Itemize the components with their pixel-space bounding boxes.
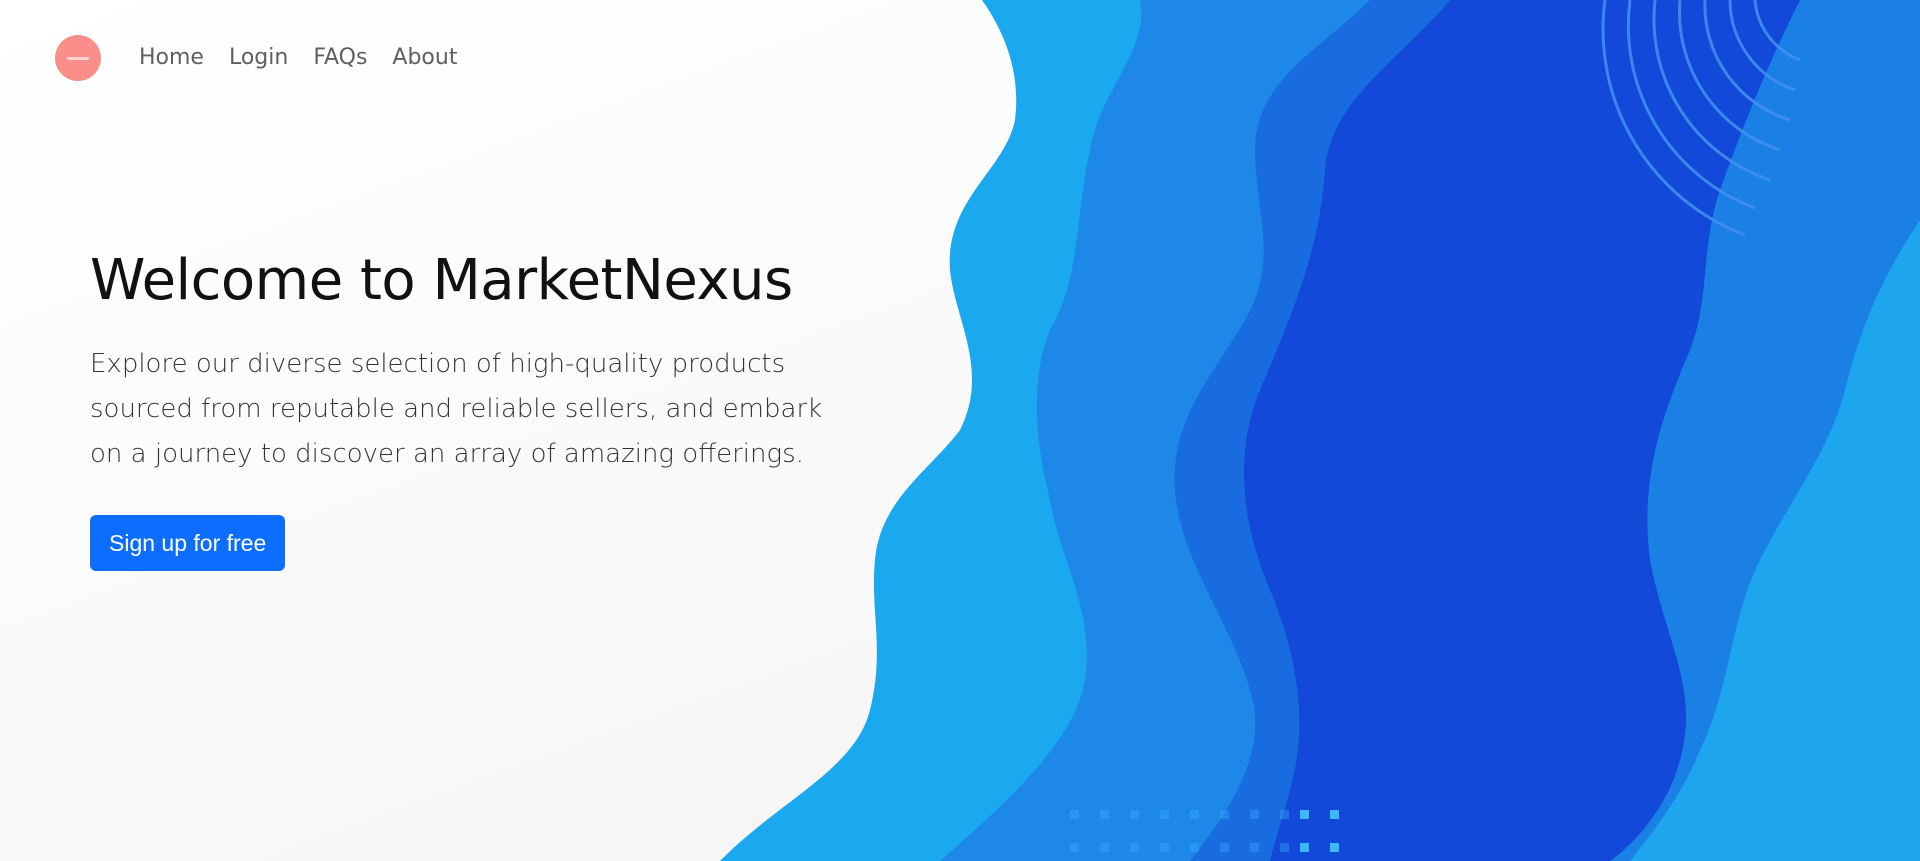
hero-section: Welcome to MarketNexus Explore our diver… — [90, 250, 870, 571]
nav-faqs-link[interactable]: FAQs — [313, 35, 367, 81]
hero-title: Welcome to MarketNexus — [90, 248, 793, 313]
nav-login-link[interactable]: Login — [229, 35, 288, 81]
brand-logo-icon[interactable] — [55, 35, 101, 81]
nav-home-link[interactable]: Home — [139, 35, 204, 81]
nav-about-link[interactable]: About — [392, 35, 457, 81]
logo-mark — [67, 56, 89, 60]
top-navbar: Home Login FAQs About — [55, 35, 482, 81]
signup-button[interactable]: Sign up for free — [90, 514, 286, 571]
hero-description: Explore our diverse selection of high-qu… — [90, 348, 823, 469]
landing-page: Home Login FAQs About Welcome to MarketN… — [0, 0, 1920, 861]
